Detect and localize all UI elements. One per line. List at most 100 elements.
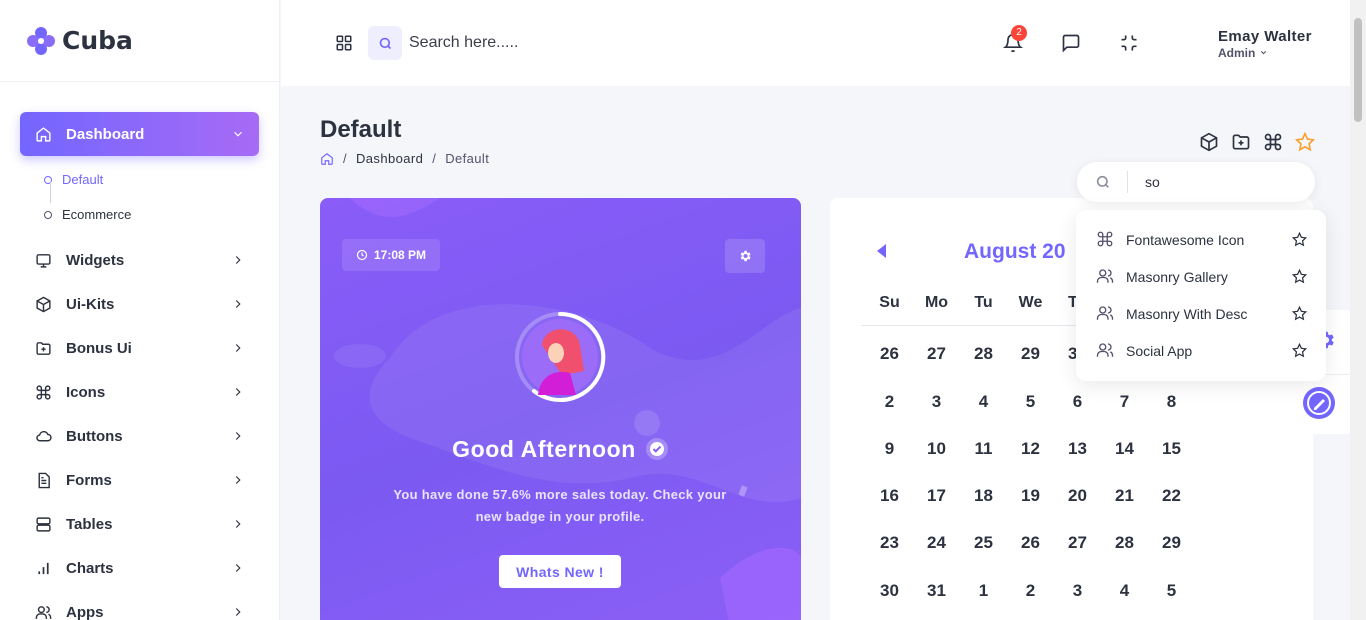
calendar-day[interactable]: 29 <box>1148 533 1195 553</box>
list-item[interactable]: Fontawesome Icon <box>1076 221 1326 258</box>
bar-chart-icon <box>34 559 52 577</box>
calendar-day[interactable]: 1 <box>960 581 1007 601</box>
calendar-day[interactable]: 24 <box>913 533 960 553</box>
submenu-label: Ecommerce <box>62 207 132 222</box>
sidebar-item-bonus-ui[interactable]: Bonus Ui <box>20 326 259 370</box>
cube-icon[interactable] <box>1199 132 1219 152</box>
calendar-day[interactable]: 26 <box>866 344 913 364</box>
calendar-day[interactable]: 7 <box>1101 392 1148 412</box>
calendar-day[interactable]: 5 <box>1148 581 1195 601</box>
calendar-day[interactable]: 28 <box>1101 533 1148 553</box>
logo[interactable]: Cuba <box>0 0 279 82</box>
calendar-day[interactable]: 10 <box>913 439 960 459</box>
calendar-day[interactable]: 4 <box>960 392 1007 412</box>
folder-plus-icon[interactable] <box>1231 132 1251 152</box>
list-item[interactable]: Social App <box>1076 332 1326 369</box>
search-icon <box>379 37 391 49</box>
submenu-item-ecommerce[interactable]: Ecommerce <box>44 197 259 232</box>
calendar-day[interactable]: 14 <box>1101 439 1148 459</box>
submenu-item-default[interactable]: Default <box>44 162 259 197</box>
sidebar-item-dashboard[interactable]: Dashboard <box>20 112 259 156</box>
page-scrollbar[interactable] <box>1350 0 1366 620</box>
calendar-day[interactable]: 8 <box>1148 392 1195 412</box>
sidebar-item-label: Charts <box>66 559 114 577</box>
settings-button[interactable] <box>725 239 765 273</box>
sidebar-item-ui-kits[interactable]: Ui-Kits <box>20 282 259 326</box>
edit-icon[interactable] <box>1302 386 1336 420</box>
grid-icon[interactable] <box>335 34 353 52</box>
sidebar-item-buttons[interactable]: Buttons <box>20 414 259 458</box>
message-icon[interactable] <box>1061 33 1081 53</box>
sidebar-item-apps[interactable]: Apps <box>20 590 259 620</box>
calendar-day[interactable]: 18 <box>960 486 1007 506</box>
sidebar-item-charts[interactable]: Charts <box>20 546 259 590</box>
user-role[interactable]: Admin <box>1218 46 1268 60</box>
sidebar-item-tables[interactable]: Tables <box>20 502 259 546</box>
calendar-day[interactable]: 11 <box>960 439 1007 459</box>
calendar-day[interactable]: 16 <box>866 486 913 506</box>
welcome-card: 17:08 PM Good Afternoon You have done 57… <box>320 198 801 620</box>
result-label: Masonry With Desc <box>1126 306 1248 322</box>
sidebar-item-icons[interactable]: Icons <box>20 370 259 414</box>
calendar-day[interactable]: 2 <box>866 392 913 412</box>
calendar-day[interactable]: 4 <box>1101 581 1148 601</box>
list-item[interactable]: Masonry Gallery <box>1076 258 1326 295</box>
bookmark-search-input[interactable] <box>1145 171 1295 193</box>
calendar-day[interactable]: 3 <box>913 392 960 412</box>
star-icon[interactable] <box>1292 306 1307 321</box>
scrollbar-thumb[interactable] <box>1354 18 1362 122</box>
calendar-day[interactable]: 6 <box>1054 392 1101 412</box>
star-icon[interactable] <box>1292 232 1307 247</box>
calendar-day[interactable]: 31 <box>913 581 960 601</box>
breadcrumb-item[interactable]: Dashboard <box>356 151 423 166</box>
star-icon[interactable] <box>1292 269 1307 284</box>
calendar-day[interactable]: 17 <box>913 486 960 506</box>
sidebar-nav: Dashboard Default Ecommerce Widgets Ui-K… <box>0 82 279 620</box>
command-icon[interactable] <box>1263 132 1283 152</box>
breadcrumb: / Dashboard / Default <box>320 151 489 166</box>
calendar-day[interactable]: 13 <box>1054 439 1101 459</box>
calendar-day[interactable]: 19 <box>1007 486 1054 506</box>
search-button[interactable] <box>368 26 402 60</box>
weekday: Mo <box>924 294 949 311</box>
calendar-day[interactable]: 27 <box>913 344 960 364</box>
star-icon[interactable] <box>1294 131 1316 152</box>
sidebar-item-label: Dashboard <box>66 125 145 143</box>
calendar-day[interactable]: 15 <box>1148 439 1195 459</box>
star-icon[interactable] <box>1292 343 1307 358</box>
calendar-day[interactable]: 3 <box>1054 344 1077 364</box>
sidebar-item-label: Ui-Kits <box>66 295 115 313</box>
calendar-day[interactable]: 12 <box>1007 439 1054 459</box>
calendar-day[interactable]: 2 <box>1007 581 1054 601</box>
search-input[interactable] <box>409 28 809 58</box>
list-item[interactable]: Masonry With Desc <box>1076 295 1326 332</box>
calendar-day[interactable]: 9 <box>866 439 913 459</box>
calendar-day[interactable]: 30 <box>866 581 913 601</box>
home-icon[interactable] <box>320 152 334 166</box>
calendar-day[interactable]: 22 <box>1148 486 1195 506</box>
calendar-day[interactable]: 21 <box>1101 486 1148 506</box>
breadcrumb-separator: / <box>432 151 437 166</box>
calendar-day[interactable]: 28 <box>960 344 1007 364</box>
minimize-icon[interactable] <box>1119 33 1139 53</box>
calendar-day[interactable]: 20 <box>1054 486 1101 506</box>
users-icon <box>1096 306 1114 320</box>
file-text-icon <box>34 471 52 489</box>
sidebar-item-label: Apps <box>66 603 104 620</box>
calendar-day[interactable]: 5 <box>1007 392 1054 412</box>
breadcrumb-item-current: Default <box>445 151 490 166</box>
calendar-day[interactable]: 25 <box>960 533 1007 553</box>
verified-badge-icon <box>645 438 668 460</box>
bullet-icon <box>44 210 52 219</box>
calendar-day[interactable]: 23 <box>866 533 913 553</box>
sidebar-item-forms[interactable]: Forms <box>20 458 259 502</box>
calendar-day[interactable]: 26 <box>1007 533 1054 553</box>
user-name[interactable]: Emay Walter <box>1218 28 1312 45</box>
calendar-day[interactable]: 29 <box>1007 344 1054 364</box>
whats-new-button[interactable]: Whats New ! <box>499 555 621 588</box>
calendar-day[interactable]: 27 <box>1054 533 1101 553</box>
calendar-day[interactable]: 3 <box>1054 581 1101 601</box>
chevron-down-icon <box>234 131 242 137</box>
chevron-left-icon[interactable] <box>877 244 887 258</box>
sidebar-item-widgets[interactable]: Widgets <box>20 238 259 282</box>
